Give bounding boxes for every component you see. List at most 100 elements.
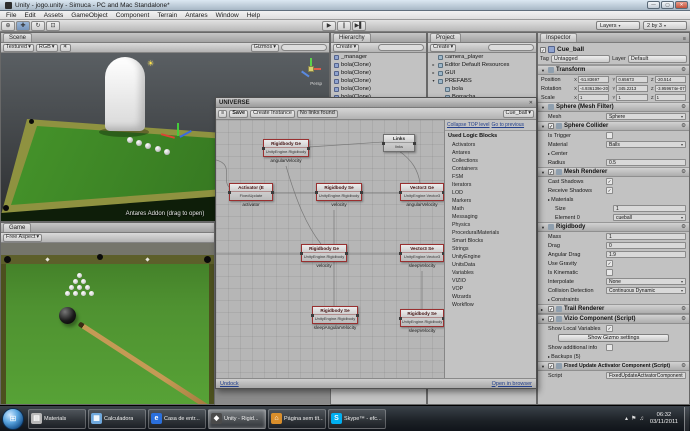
property-row[interactable]: Size 1: [538, 204, 689, 213]
move-gizmo-green-axis[interactable]: [177, 123, 179, 136]
panel-menu-icon[interactable]: ≡: [683, 36, 689, 42]
step-button[interactable]: ▶▌: [352, 21, 366, 31]
hierarchy-item[interactable]: bola(Clone): [331, 61, 426, 69]
node-rigidbody-get[interactable]: Rigidbody Ge UnityEngine.Rigidbody veloci…: [300, 244, 348, 268]
tab-hierarchy[interactable]: Hierarchy: [333, 33, 371, 42]
taskbar-button[interactable]: ▦ Calculadora: [88, 408, 146, 429]
property-row[interactable]: Radius 0.5: [538, 158, 689, 167]
hierarchy-item[interactable]: bola(Clone): [331, 69, 426, 77]
foldout-icon[interactable]: ▼: [541, 105, 546, 110]
project-create-button[interactable]: Create ▾: [430, 43, 457, 52]
property-row[interactable]: Receive Shadows ✓: [538, 186, 689, 195]
logic-block-item[interactable]: Strings: [445, 245, 536, 253]
logic-block-item[interactable]: Messaging: [445, 213, 536, 221]
node-rigidbody-set[interactable]: Rigidbody Se UnityEngine.Rigidbody veloci…: [315, 183, 363, 207]
property-row[interactable]: Element 0 cueball: [538, 213, 689, 222]
logic-block-item[interactable]: Collections: [445, 157, 536, 165]
gear-icon[interactable]: ⚙: [681, 104, 686, 110]
logic-block-item[interactable]: Math: [445, 205, 536, 213]
gear-icon[interactable]: ⚙: [681, 363, 686, 369]
property-row[interactable]: Cast Shadows ✓: [538, 177, 689, 186]
logic-block-item[interactable]: Containers: [445, 165, 536, 173]
show-gizmo-settings-button[interactable]: Show Gizmo settings: [558, 334, 669, 342]
layout-dropdown[interactable]: 2 by 3 ▾: [643, 21, 687, 30]
close-button[interactable]: ✕: [675, 1, 688, 9]
universe-canvas[interactable]: Rigidbody Ge UnityEngine.Rigidbody angula…: [216, 120, 446, 378]
minimize-button[interactable]: —: [647, 1, 660, 9]
property-row[interactable]: Mesh Sphere: [538, 112, 689, 121]
logic-block-item[interactable]: Physics: [445, 221, 536, 229]
rotation-x-field[interactable]: -4.936139e-20: [578, 85, 610, 92]
hierarchy-search-input[interactable]: [378, 44, 424, 51]
taskbar-button[interactable]: ◆ Unity - Rigid...: [208, 408, 266, 429]
tray-expand-icon[interactable]: ▴: [625, 415, 628, 422]
layers-dropdown[interactable]: Layers ▾: [596, 21, 640, 30]
menu-item[interactable]: Terrain: [153, 12, 181, 19]
node-rigidbody-get[interactable]: Rigidbody Ge UnityEngine.Rigidbody angula…: [262, 139, 310, 163]
node-activator[interactable]: Activator (E FixedUpdate activator: [228, 183, 274, 207]
render-channel-dropdown[interactable]: RGB ▾: [35, 43, 58, 52]
universe-menu-button[interactable]: ≡: [218, 109, 228, 118]
expand-caret-icon[interactable]: ▾: [431, 77, 436, 85]
taskbar-button[interactable]: ⌂ Página sem tít...: [268, 408, 326, 429]
project-item[interactable]: ▾ PREFABS: [428, 77, 536, 85]
shading-dropdown[interactable]: Textured ▾: [3, 43, 34, 52]
project-item[interactable]: ▸ GUI: [428, 69, 536, 77]
foldout-icon[interactable]: ▼: [541, 170, 546, 175]
component-header-sphere-collider[interactable]: ▼ ✓ Sphere Collider ⚙: [538, 121, 689, 131]
logic-block-item[interactable]: UnityEngine: [445, 253, 536, 261]
menu-item[interactable]: File: [2, 12, 20, 19]
tag-dropdown[interactable]: Untagged: [550, 54, 611, 63]
hierarchy-item[interactable]: bola(Clone): [331, 77, 426, 85]
property-row[interactable]: Backups (5): [538, 352, 689, 361]
scale-z-field[interactable]: 1: [654, 94, 686, 101]
action-center-icon[interactable]: ⚑: [631, 415, 636, 422]
expand-caret-icon[interactable]: ▸: [431, 61, 436, 69]
property-row[interactable]: Use Gravity ✓: [538, 259, 689, 268]
hierarchy-item[interactable]: bola(Clone): [331, 85, 426, 93]
component-enabled-checkbox[interactable]: ✓: [548, 316, 554, 322]
menu-item[interactable]: GameObject: [67, 12, 112, 19]
rotation-z-field[interactable]: -3.959674e-07: [654, 85, 686, 92]
universe-titlebar[interactable]: UNIVERSE ✕: [216, 98, 536, 108]
position-x-field[interactable]: -51.83697: [578, 76, 610, 83]
component-header-rigidbody[interactable]: ▼ Rigidbody ⚙: [538, 222, 689, 232]
logic-block-item[interactable]: VOP: [445, 285, 536, 293]
rotation-y-field[interactable]: 345.2213: [616, 85, 648, 92]
project-item[interactable]: camera_player: [428, 53, 536, 61]
taskbar-button[interactable]: ▤ Materials: [28, 408, 86, 429]
orientation-gizmo[interactable]: [299, 57, 323, 81]
property-row[interactable]: Show additional info: [538, 343, 689, 352]
move-tool-button[interactable]: ✚: [16, 20, 30, 31]
component-enabled-checkbox[interactable]: ✓: [548, 363, 554, 369]
logic-block-item[interactable]: Variables: [445, 269, 536, 277]
property-row[interactable]: Materials: [538, 195, 689, 204]
menu-item[interactable]: Window: [212, 12, 243, 19]
property-row[interactable]: Drag 0: [538, 241, 689, 250]
logic-block-item[interactable]: UnitsData: [445, 261, 536, 269]
projection-label[interactable]: Persp: [310, 81, 322, 86]
property-row[interactable]: Collision Detection Continuous Dynamic: [538, 286, 689, 295]
gear-icon[interactable]: ⚙: [681, 67, 686, 73]
component-header-mesh-renderer[interactable]: ▼ ✓ Mesh Renderer ⚙: [538, 167, 689, 177]
gear-icon[interactable]: ⚙: [681, 316, 686, 322]
component-enabled-checkbox[interactable]: ✓: [548, 123, 554, 129]
volume-icon[interactable]: ♫: [639, 416, 644, 422]
aspect-dropdown[interactable]: Free Aspect ▾: [3, 233, 43, 242]
property-row[interactable]: Material Balls: [538, 140, 689, 149]
logic-block-item[interactable]: VIZIO: [445, 277, 536, 285]
logic-block-item[interactable]: Markers: [445, 197, 536, 205]
gameobject-name-field[interactable]: Cue_ball: [557, 46, 584, 53]
scale-tool-button[interactable]: ⊡: [46, 20, 60, 31]
start-button[interactable]: ⊞: [2, 407, 24, 430]
active-checkbox[interactable]: ✓: [540, 46, 546, 53]
foldout-icon[interactable]: ▼: [541, 225, 546, 230]
node-links[interactable]: Links links: [382, 134, 416, 153]
light-gizmo-icon[interactable]: ☀: [147, 59, 154, 68]
save-button[interactable]: Save: [229, 109, 249, 118]
logic-block-item[interactable]: Antares: [445, 149, 536, 157]
gear-icon[interactable]: ⚙: [681, 224, 686, 230]
lighting-toggle[interactable]: ☀: [59, 43, 71, 52]
ghost-object[interactable]: [105, 57, 145, 131]
position-y-field[interactable]: 0.65673: [616, 76, 648, 83]
